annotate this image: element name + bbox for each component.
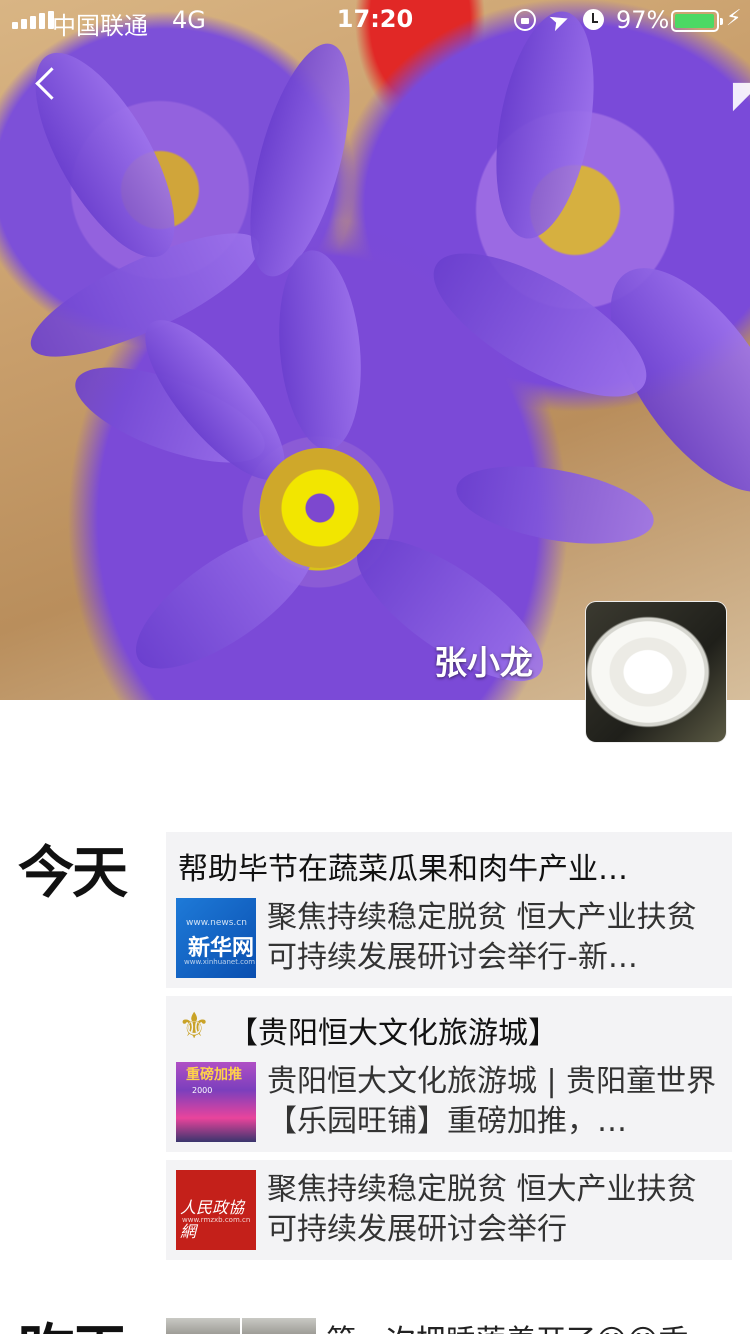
day-label-today: 今天 bbox=[18, 841, 128, 906]
post-card[interactable]: 人民政協網 www.rmzxb.com.cn 聚焦持续稳定脱贫 恒大产业扶贫可持… bbox=[166, 1160, 732, 1260]
post-title: 【贵阳恒大文化旅游城】 bbox=[228, 1016, 558, 1051]
back-button[interactable] bbox=[30, 64, 66, 104]
alarm-icon bbox=[583, 9, 604, 30]
day-label-yesterday: 昨天 bbox=[18, 1306, 128, 1334]
link-thumbnail: www.news.cn 新华网 www.xinhuanet.com bbox=[176, 898, 256, 978]
rotation-lock-icon bbox=[514, 9, 536, 31]
battery-icon bbox=[671, 10, 723, 32]
fleur-de-lis-icon: ⚜ bbox=[178, 1006, 211, 1047]
link-text: 贵阳恒大文化旅游城 | 贵阳童世界【乐园旺铺】重磅加推，… bbox=[267, 1064, 717, 1139]
photo-thumbnail[interactable] bbox=[242, 1318, 316, 1334]
cover-center-flower bbox=[260, 448, 380, 568]
link-text: 聚焦持续稳定脱贫 恒大产业扶贫可持续发展研讨会举行 bbox=[267, 1172, 697, 1247]
post-title: 帮助毕节在蔬菜瓜果和肉牛产业… bbox=[178, 852, 628, 887]
cover-photo[interactable]: 张小龙 bbox=[0, 0, 750, 700]
profile-name: 张小龙 bbox=[434, 643, 533, 682]
post-text[interactable]: 第一次把睡莲养开了😊😊香 bbox=[326, 1316, 736, 1334]
avatar[interactable] bbox=[586, 602, 726, 742]
post-card[interactable]: ⚜ 【贵阳恒大文化旅游城】 重磅加推 2000 贵阳恒大文化旅游城 | 贵阳童世… bbox=[166, 996, 732, 1152]
battery-fill bbox=[675, 14, 714, 28]
link-thumbnail: 人民政協網 www.rmzxb.com.cn bbox=[176, 1170, 256, 1250]
link-thumbnail: 重磅加推 2000 bbox=[176, 1062, 256, 1142]
link-text: 聚焦持续稳定脱贫 恒大产业扶贫可持续发展研讨会举行-新… bbox=[267, 900, 697, 975]
photo-thumbnail[interactable] bbox=[166, 1318, 240, 1334]
post-card[interactable]: 帮助毕节在蔬菜瓜果和肉牛产业… www.news.cn 新华网 www.xinh… bbox=[166, 832, 732, 988]
status-bar: 中国联通 4G 17:20 ➤ 97% ⚡ bbox=[0, 0, 750, 40]
battery-percent: 97% bbox=[616, 6, 670, 34]
charging-icon: ⚡ bbox=[726, 6, 742, 31]
